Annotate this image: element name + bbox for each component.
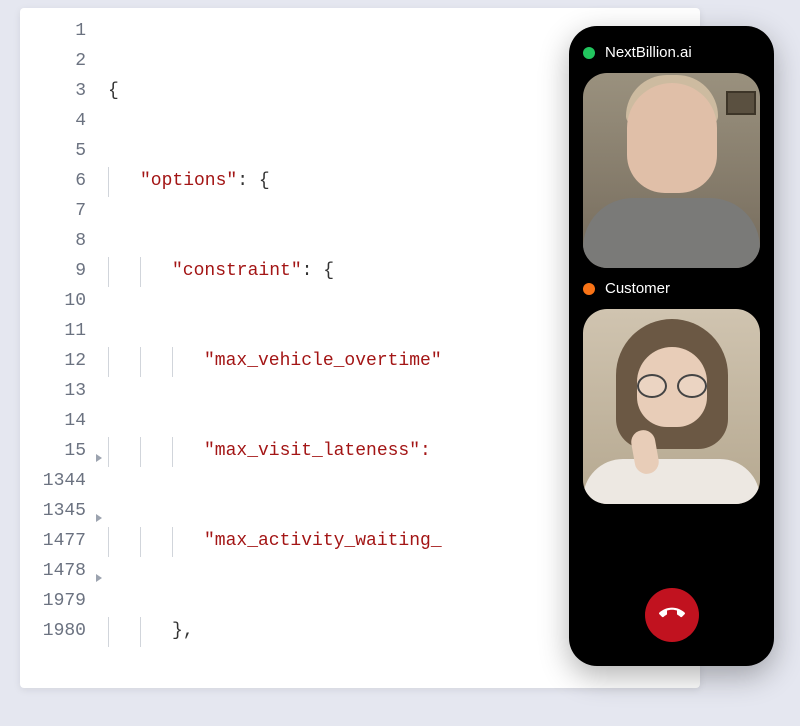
- line-number: 8: [20, 226, 90, 256]
- line-number: 13: [20, 376, 90, 406]
- line-number: 1: [20, 16, 90, 46]
- video-tile[interactable]: [583, 73, 760, 268]
- status-away-icon: [583, 283, 595, 295]
- line-number: 3: [20, 76, 90, 106]
- line-number: 9: [20, 256, 90, 286]
- line-number: 15: [20, 436, 90, 466]
- status-online-icon: [583, 47, 595, 59]
- participant-label: NextBillion.ai: [583, 44, 760, 61]
- avatar: [583, 73, 760, 268]
- phone-hangup-icon: [659, 600, 685, 631]
- line-number-gutter: 1 2 3 4 5 6 7 8 9 10 11 12 13 14 15 1344…: [20, 8, 90, 688]
- line-number: 1477: [20, 526, 90, 556]
- participant-name: Customer: [605, 280, 670, 297]
- fold-chevron-icon[interactable]: [94, 444, 104, 454]
- participant-label: Customer: [583, 280, 760, 297]
- line-number: 12: [20, 346, 90, 376]
- line-number: 1345: [20, 496, 90, 526]
- participant-name: NextBillion.ai: [605, 44, 692, 61]
- line-number: 4: [20, 106, 90, 136]
- line-number: 5: [20, 136, 90, 166]
- line-number: 11: [20, 316, 90, 346]
- avatar: [583, 309, 760, 504]
- fold-chevron-icon[interactable]: [94, 504, 104, 514]
- line-number: 2: [20, 46, 90, 76]
- line-number: 1344: [20, 466, 90, 496]
- line-number: 7: [20, 196, 90, 226]
- line-number: 10: [20, 286, 90, 316]
- hangup-button[interactable]: [645, 588, 699, 642]
- video-tile[interactable]: [583, 309, 760, 504]
- line-number: 1478: [20, 556, 90, 586]
- line-number: 6: [20, 166, 90, 196]
- line-number: 1980: [20, 616, 90, 646]
- video-call-panel[interactable]: NextBillion.ai Customer: [569, 26, 774, 666]
- fold-chevron-icon[interactable]: [94, 564, 104, 574]
- line-number: 1979: [20, 586, 90, 616]
- line-number: 14: [20, 406, 90, 436]
